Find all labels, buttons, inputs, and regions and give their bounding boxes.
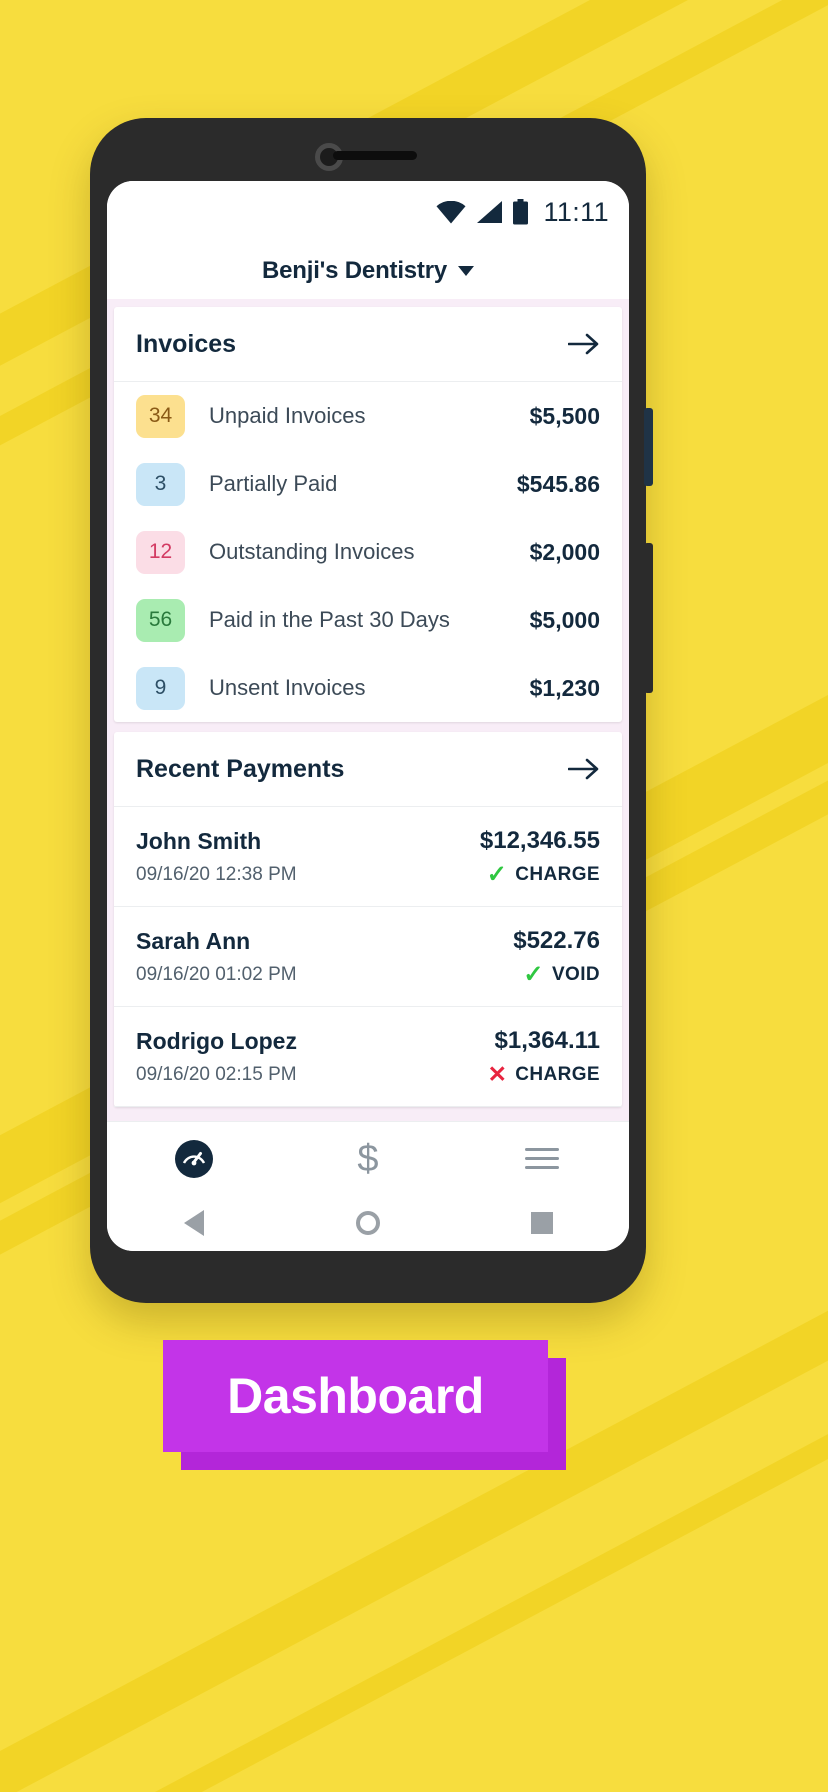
phone-frame: 11:11 Benji's Dentistry Invoices 34 Unpa…: [90, 118, 653, 1303]
invoices-card-header[interactable]: Invoices: [114, 307, 622, 382]
payment-timestamp: 09/16/20 01:02 PM: [136, 963, 297, 985]
payment-status-label: CHARGE: [515, 863, 600, 885]
invoice-row[interactable]: 12 Outstanding Invoices $2,000: [114, 518, 622, 586]
android-back-button[interactable]: [107, 1210, 281, 1236]
check-icon: ✓: [523, 960, 544, 988]
app-bar: Benji's Dentistry: [107, 243, 629, 299]
payment-row[interactable]: John Smith 09/16/20 12:38 PM $12,346.55 …: [114, 807, 622, 907]
status-bar-clock: 11:11: [543, 196, 609, 227]
payment-status: ✓ CHARGE: [480, 860, 600, 888]
chevron-down-icon[interactable]: [458, 266, 475, 276]
invoice-row[interactable]: 56 Paid in the Past 30 Days $5,000: [114, 586, 622, 654]
invoice-label: Unsent Invoices: [209, 675, 366, 700]
dashboard-gauge-icon: [175, 1139, 213, 1178]
invoice-count-badge: 12: [136, 530, 185, 574]
check-icon: ✓: [486, 860, 508, 888]
android-home-button[interactable]: [281, 1211, 455, 1235]
power-button[interactable]: [644, 543, 653, 693]
invoice-amount: $2,000: [529, 538, 600, 565]
payment-status: ✕ CHARGE: [488, 1063, 600, 1086]
invoice-label: Partially Paid: [209, 471, 338, 496]
payment-row[interactable]: Rodrigo Lopez 09/16/20 02:15 PM $1,364.1…: [114, 1007, 622, 1107]
invoice-row[interactable]: 34 Unpaid Invoices $5,500: [114, 382, 622, 450]
caption-label: Dashboard: [227, 1368, 484, 1424]
android-back-icon: [184, 1210, 204, 1236]
invoice-row[interactable]: 9 Unsent Invoices $1,230: [114, 654, 622, 722]
android-recents-button[interactable]: [455, 1212, 629, 1234]
earpiece-speaker: [333, 151, 417, 160]
invoice-amount: $5,000: [529, 606, 600, 633]
invoice-amount: $5,500: [529, 402, 600, 429]
payment-status-label: VOID: [551, 963, 600, 985]
invoice-count-badge: 56: [136, 598, 185, 642]
arrow-right-icon[interactable]: [568, 757, 600, 781]
payment-status: ✓ VOID: [513, 960, 600, 988]
invoices-card: Invoices 34 Unpaid Invoices $5,500 3 Par…: [114, 307, 622, 722]
payment-customer-name: Sarah Ann: [136, 927, 251, 954]
tab-dashboard[interactable]: [107, 1137, 281, 1181]
payment-row[interactable]: Sarah Ann 09/16/20 01:02 PM $522.76 ✓ VO…: [114, 907, 622, 1007]
payment-timestamp: 09/16/20 12:38 PM: [136, 863, 297, 885]
arrow-right-icon[interactable]: [568, 332, 600, 356]
invoice-label: Paid in the Past 30 Days: [209, 607, 450, 632]
invoice-amount: $1,230: [529, 674, 600, 701]
tab-menu[interactable]: [455, 1142, 629, 1175]
android-recents-icon: [531, 1212, 553, 1234]
payment-customer-name: Rodrigo Lopez: [136, 1027, 297, 1054]
cellular-signal-icon: [477, 200, 503, 223]
tab-payments[interactable]: $: [281, 1140, 455, 1178]
invoice-row[interactable]: 3 Partially Paid $545.86: [114, 450, 622, 518]
recent-payments-card-title: Recent Payments: [136, 754, 345, 783]
wifi-icon: [436, 200, 466, 223]
android-navigation-bar: [107, 1195, 629, 1251]
bottom-tab-bar: $: [107, 1121, 629, 1195]
invoice-label: Outstanding Invoices: [209, 539, 415, 564]
payment-status-label: CHARGE: [515, 1063, 600, 1085]
invoices-card-title: Invoices: [136, 329, 237, 358]
menu-hamburger-icon: [525, 1142, 559, 1175]
volume-button[interactable]: [644, 408, 653, 486]
payment-customer-name: John Smith: [136, 827, 262, 854]
page-title: Benji's Dentistry: [261, 257, 448, 284]
payment-timestamp: 09/16/20 02:15 PM: [136, 1063, 297, 1085]
dollar-icon: $: [357, 1137, 379, 1180]
cross-icon: ✕: [487, 1061, 508, 1087]
invoice-count-badge: 9: [136, 666, 185, 710]
battery-icon: [513, 199, 529, 225]
invoice-amount: $545.86: [516, 470, 600, 497]
phone-screen: 11:11 Benji's Dentistry Invoices 34 Unpa…: [107, 181, 629, 1251]
invoice-label: Unpaid Invoices: [209, 403, 366, 428]
caption-banner-front: Dashboard: [163, 1340, 548, 1452]
payment-amount: $12,346.55: [479, 826, 600, 854]
payment-amount: $1,364.11: [494, 1027, 600, 1054]
invoice-count-badge: 3: [136, 462, 185, 506]
caption-banner: Dashboard: [163, 1340, 566, 1470]
status-bar: 11:11: [107, 181, 629, 243]
payment-amount: $522.76: [513, 926, 600, 954]
recent-payments-card: Recent Payments John Smith 09/16/20 12:3…: [114, 732, 622, 1107]
android-home-icon: [356, 1211, 380, 1235]
dashboard-content[interactable]: Invoices 34 Unpaid Invoices $5,500 3 Par…: [107, 299, 629, 1183]
recent-payments-card-header[interactable]: Recent Payments: [114, 732, 622, 807]
invoice-count-badge: 34: [136, 394, 185, 438]
